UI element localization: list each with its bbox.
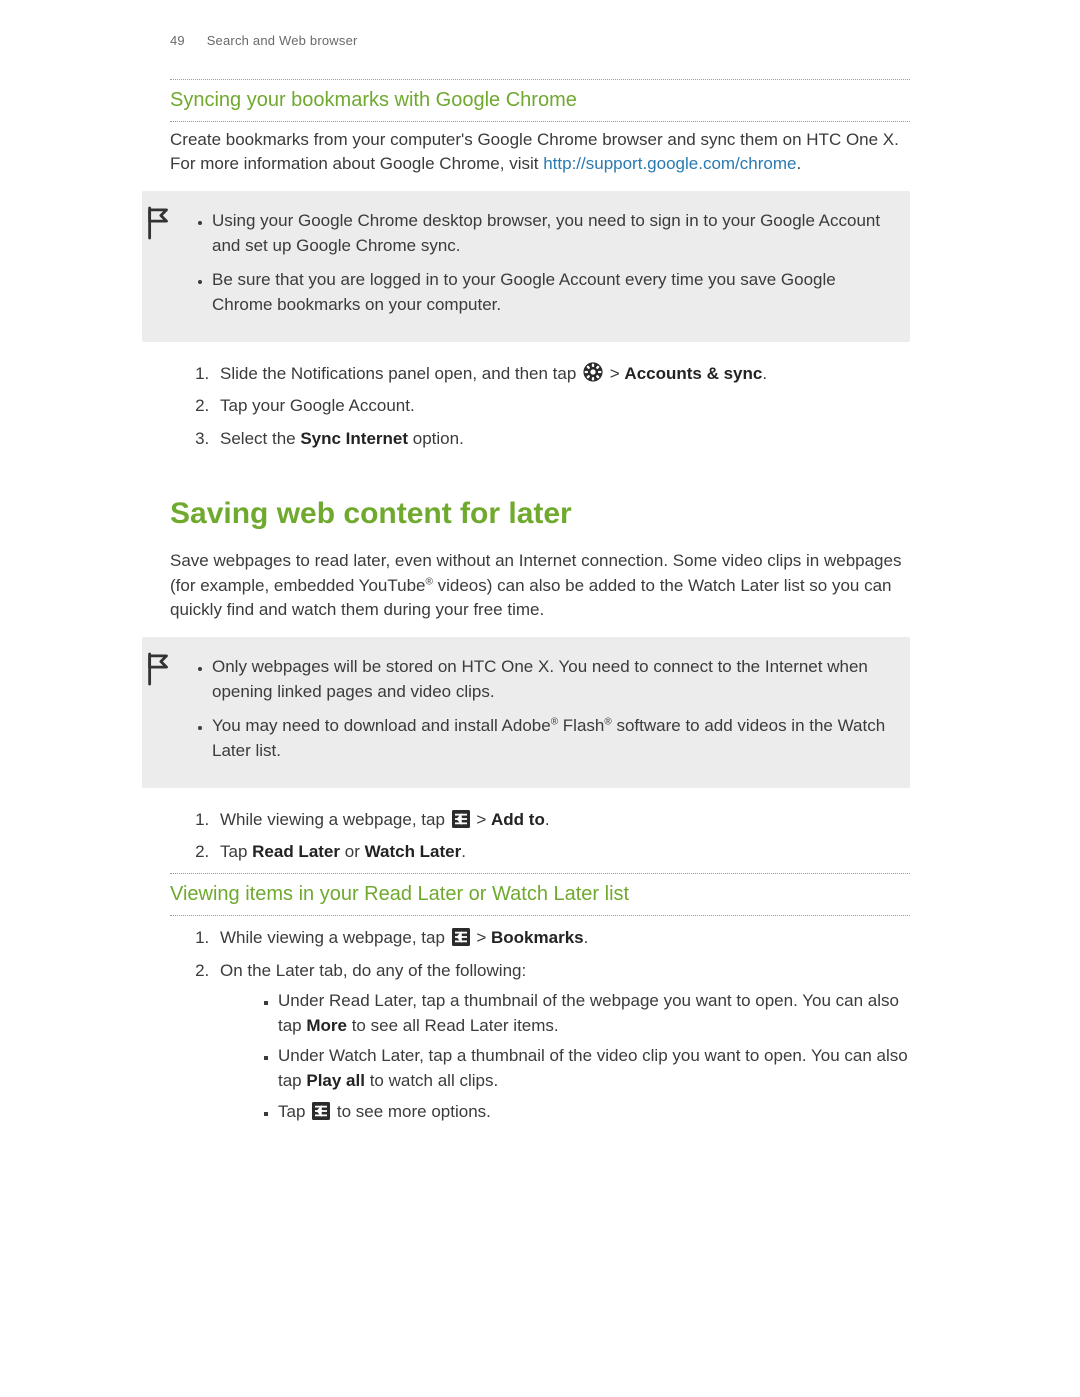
- steps-list: While viewing a webpage, tap > Bookmarks…: [170, 926, 910, 1124]
- flag-icon: [144, 205, 174, 241]
- ui-label: Bookmarks: [491, 928, 584, 947]
- heading-saving: Saving web content for later: [170, 492, 910, 536]
- ui-label: Add to: [491, 810, 545, 829]
- step-item: Select the Sync Internet option.: [214, 427, 910, 452]
- note-item: Be sure that you are logged in to your G…: [212, 268, 890, 317]
- steps-list: Slide the Notifications panel open, and …: [170, 362, 910, 452]
- page-header: 49 Search and Web browser: [170, 32, 910, 51]
- sub-item: Under Watch Later, tap a thumbnail of th…: [278, 1044, 910, 1093]
- steps-list: While viewing a webpage, tap > Add to. T…: [170, 808, 910, 865]
- registered-mark: ®: [604, 717, 611, 728]
- support-chrome-link[interactable]: http://support.google.com/chrome: [543, 154, 796, 173]
- divider: [170, 915, 910, 916]
- flag-icon: [144, 651, 174, 687]
- menu-chevron-icon: [452, 928, 470, 946]
- note-item: Using your Google Chrome desktop browser…: [212, 209, 890, 258]
- sub-item: Tap to see more options.: [278, 1100, 910, 1125]
- manual-page: 49 Search and Web browser Syncing your b…: [0, 0, 1080, 1397]
- registered-mark: ®: [426, 576, 433, 587]
- divider: [170, 121, 910, 122]
- ui-label: Accounts & sync: [624, 364, 762, 383]
- intro-paragraph: Create bookmarks from your computer's Go…: [170, 128, 910, 177]
- note-box: Only webpages will be stored on HTC One …: [142, 637, 910, 788]
- step-item: On the Later tab, do any of the followin…: [214, 959, 910, 1125]
- step-item: While viewing a webpage, tap > Add to.: [214, 808, 910, 833]
- ui-label: Read Later: [252, 842, 340, 861]
- sub-list: Under Read Later, tap a thumbnail of the…: [220, 989, 910, 1124]
- section-name: Search and Web browser: [207, 33, 358, 48]
- settings-gear-icon: [583, 362, 603, 382]
- heading-sync-bookmarks: Syncing your bookmarks with Google Chrom…: [170, 86, 910, 115]
- ui-label: Watch Later: [365, 842, 462, 861]
- divider: [170, 79, 910, 80]
- heading-viewing: Viewing items in your Read Later or Watc…: [170, 880, 910, 909]
- step-item: While viewing a webpage, tap > Bookmarks…: [214, 926, 910, 951]
- step-item: Tap your Google Account.: [214, 394, 910, 419]
- intro-paragraph: Save webpages to read later, even withou…: [170, 549, 910, 623]
- note-item: Only webpages will be stored on HTC One …: [212, 655, 890, 704]
- ui-label: Sync Internet: [300, 429, 408, 448]
- menu-chevron-icon: [312, 1102, 330, 1120]
- note-item: You may need to download and install Ado…: [212, 714, 890, 763]
- note-box: Using your Google Chrome desktop browser…: [142, 191, 910, 342]
- menu-chevron-icon: [452, 810, 470, 828]
- page-number: 49: [170, 32, 185, 51]
- divider: [170, 873, 910, 874]
- ui-label: More: [306, 1016, 347, 1035]
- registered-mark: ®: [551, 717, 558, 728]
- step-item: Tap Read Later or Watch Later.: [214, 840, 910, 865]
- sub-item: Under Read Later, tap a thumbnail of the…: [278, 989, 910, 1038]
- ui-label: Play all: [306, 1071, 365, 1090]
- step-item: Slide the Notifications panel open, and …: [214, 362, 910, 387]
